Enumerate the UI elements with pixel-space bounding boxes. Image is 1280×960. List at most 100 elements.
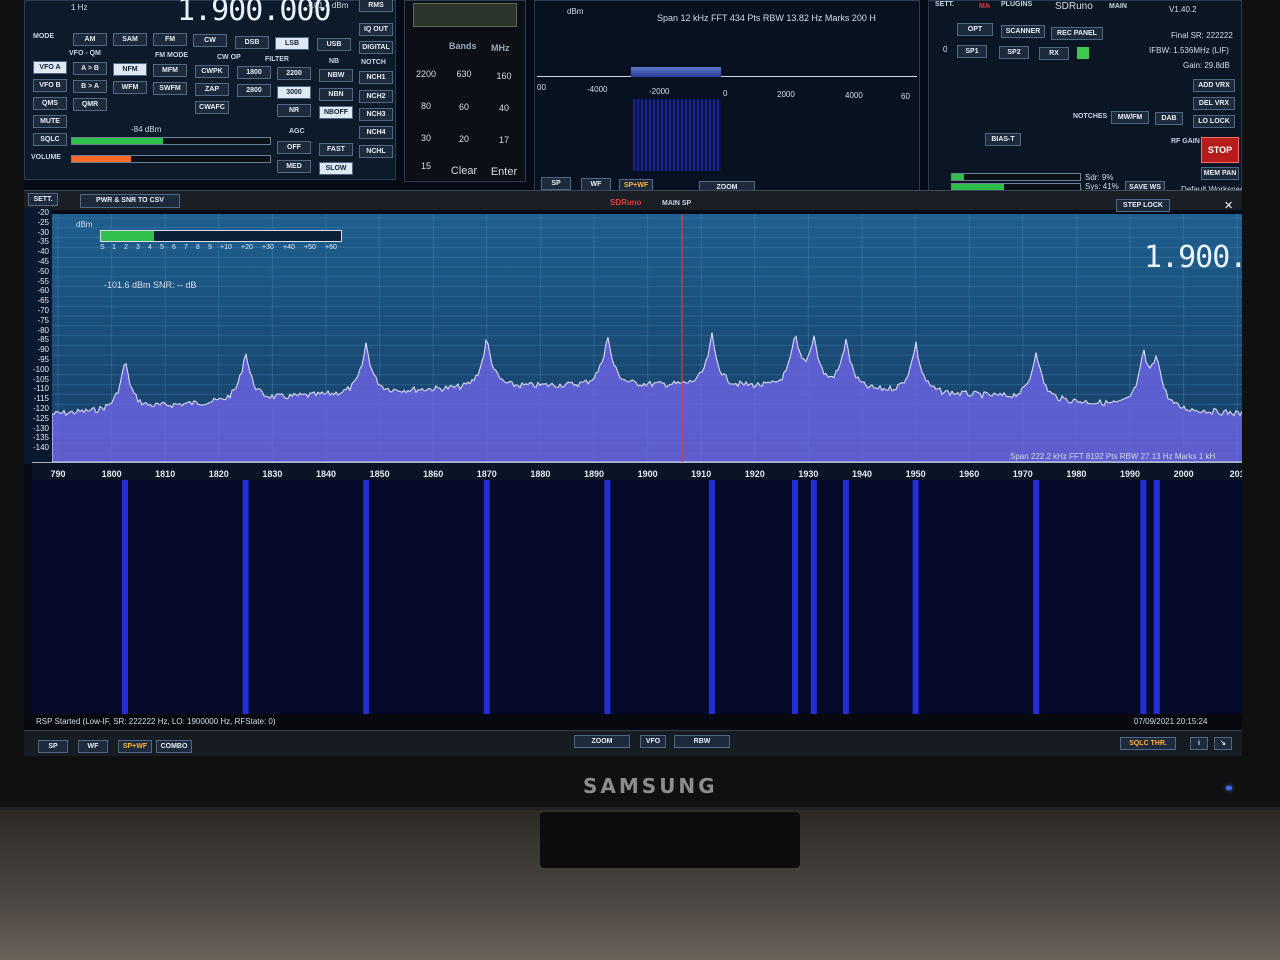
mfm-button[interactable]: MFM: [153, 64, 187, 77]
main-frequency-display[interactable]: 1.900.000: [1144, 240, 1242, 275]
sp1-button[interactable]: SP1: [957, 45, 987, 58]
a-to-b-button[interactable]: A > B: [73, 62, 107, 75]
cwpk-button[interactable]: CWPK: [195, 65, 229, 78]
mute-button[interactable]: MUTE: [33, 115, 67, 128]
nbn-button[interactable]: NBN: [319, 88, 353, 101]
sqlc-level: -84 dBm: [131, 125, 162, 134]
main-sett-label[interactable]: SETT.: [935, 1, 954, 8]
bottom-wf-button[interactable]: WF: [78, 740, 108, 753]
bottom-vfo-button[interactable]: VFO: [640, 735, 666, 748]
sp2-button[interactable]: SP2: [999, 46, 1029, 59]
volume-slider[interactable]: [71, 155, 271, 163]
iq-out-button[interactable]: IQ OUT: [359, 23, 393, 36]
nch2-button[interactable]: NCH2: [359, 90, 393, 103]
rx-button[interactable]: RX: [1039, 47, 1069, 60]
key-40[interactable]: 40: [487, 103, 521, 113]
mw-fm-button[interactable]: MW/FM: [1111, 111, 1149, 124]
opt-button[interactable]: OPT: [957, 23, 993, 36]
dab-button[interactable]: DAB: [1155, 112, 1183, 125]
mode-sam-button[interactable]: SAM: [113, 33, 147, 46]
step-label: 1 Hz: [71, 3, 88, 12]
zap-button[interactable]: ZAP: [195, 83, 229, 96]
mode-lsb-button[interactable]: LSB: [275, 37, 309, 50]
bottom-sp-button[interactable]: SP: [38, 740, 68, 753]
sqlc-slider[interactable]: [71, 137, 271, 145]
filter-2800-button[interactable]: 2800: [237, 84, 271, 97]
agc-off-button[interactable]: OFF: [277, 141, 311, 154]
key-17[interactable]: 17: [487, 135, 521, 145]
bottom-spwf-button[interactable]: SP+WF: [118, 740, 152, 753]
key-160[interactable]: 160: [487, 71, 521, 81]
mode-usb-button[interactable]: USB: [317, 38, 351, 51]
agc-label: AGC: [289, 128, 305, 135]
rms-button[interactable]: RMS: [359, 0, 393, 12]
agc-med-button[interactable]: MED: [277, 160, 311, 173]
stop-button[interactable]: STOP: [1201, 137, 1239, 163]
close-icon[interactable]: ✕: [1224, 199, 1238, 212]
bands-label: Bands: [449, 41, 477, 51]
enter-button[interactable]: Enter: [487, 166, 521, 178]
key-630[interactable]: 630: [447, 69, 481, 79]
nch4-button[interactable]: NCH4: [359, 126, 393, 139]
swfm-button[interactable]: SWFM: [153, 82, 187, 95]
bottom-zoom-control[interactable]: ZOOM: [574, 735, 630, 748]
scanner-button[interactable]: SCANNER: [1001, 25, 1045, 38]
mode-fm-button[interactable]: FM: [153, 33, 187, 46]
bias-t-button[interactable]: BIAS-T: [985, 133, 1021, 146]
key-15[interactable]: 15: [409, 161, 443, 171]
filter-1800-button[interactable]: 1800: [237, 66, 271, 79]
key-20[interactable]: 20: [447, 134, 481, 144]
pwr-snr-csv-button[interactable]: PWR & SNR TO CSV: [80, 194, 180, 208]
waterfall-carrier: [810, 480, 817, 714]
mode-am-button[interactable]: AM: [73, 33, 107, 46]
nch1-button[interactable]: NCH1: [359, 71, 393, 84]
nr-button[interactable]: NR: [277, 104, 311, 117]
status-bar: RSP Started (Low-IF, SR: 222222 Hz, LO: …: [24, 714, 1242, 728]
info-icon[interactable]: i: [1190, 737, 1208, 750]
del-vrx-button[interactable]: DEL VRX: [1193, 97, 1235, 110]
filter-2200-button[interactable]: 2200: [277, 67, 311, 80]
clear-button[interactable]: Clear: [447, 165, 481, 177]
qmr-button[interactable]: QMR: [73, 98, 107, 111]
bottom-rbw-control[interactable]: RBW: [674, 735, 730, 748]
sqlc-button[interactable]: SQLC: [33, 133, 67, 146]
digital-button[interactable]: DIGITAL: [359, 41, 393, 54]
add-vrx-button[interactable]: ADD VRX: [1193, 79, 1235, 92]
vfo-a-button[interactable]: VFO A: [33, 61, 67, 74]
agc-slow-button[interactable]: SLOW: [319, 162, 353, 175]
wfm-button[interactable]: WFM: [113, 81, 147, 94]
key-30[interactable]: 30: [409, 133, 443, 143]
sqlc-thr-button[interactable]: SQLC THR.: [1120, 737, 1176, 750]
s-scale-label: 7: [184, 244, 188, 251]
ma-label[interactable]: MA: [979, 3, 990, 10]
lo-lock-button[interactable]: LO LOCK: [1193, 115, 1235, 128]
key-80[interactable]: 80: [409, 101, 443, 111]
waterfall-display[interactable]: [32, 480, 1242, 714]
mem-pan-button[interactable]: MEM PAN: [1201, 167, 1239, 180]
plugins-label[interactable]: PLUGINS: [1001, 1, 1032, 8]
main-sp-sett-button[interactable]: SETT.: [28, 193, 58, 206]
qms-button[interactable]: QMS: [33, 97, 67, 110]
nbw-button[interactable]: NBW: [319, 69, 353, 82]
key-60[interactable]: 60: [447, 102, 481, 112]
aux-sp-button[interactable]: SP: [541, 177, 571, 190]
vfo-b-button[interactable]: VFO B: [33, 79, 67, 92]
key-2200[interactable]: 2200: [409, 69, 443, 79]
nchl-button[interactable]: NCHL: [359, 145, 393, 158]
main-spectrum[interactable]: dBm S 1 2 3 4 5 6 7 8 9 +10 +20 +30 +40 +50 +60 -101.6 …: [52, 214, 1242, 462]
b-to-a-button[interactable]: B > A: [73, 80, 107, 93]
s-meter: [100, 230, 342, 242]
nfm-button[interactable]: NFM: [113, 63, 147, 76]
agc-fast-button[interactable]: FAST: [319, 143, 353, 156]
nch3-button[interactable]: NCH3: [359, 108, 393, 121]
rec-panel-button[interactable]: REC PANEL: [1051, 27, 1103, 40]
step-lock-button[interactable]: STEP LOCK: [1116, 199, 1170, 212]
bottom-combo-button[interactable]: COMBO: [156, 740, 192, 753]
mode-cw-button[interactable]: CW: [193, 34, 227, 47]
mode-dsb-button[interactable]: DSB: [235, 36, 269, 49]
resize-icon[interactable]: ↘: [1214, 737, 1232, 750]
cwafc-button[interactable]: CWAFC: [195, 101, 229, 114]
filter-3000-button[interactable]: 3000: [277, 86, 311, 99]
power-led-icon: [1226, 786, 1232, 790]
nboff-button[interactable]: NBOFF: [319, 106, 353, 119]
